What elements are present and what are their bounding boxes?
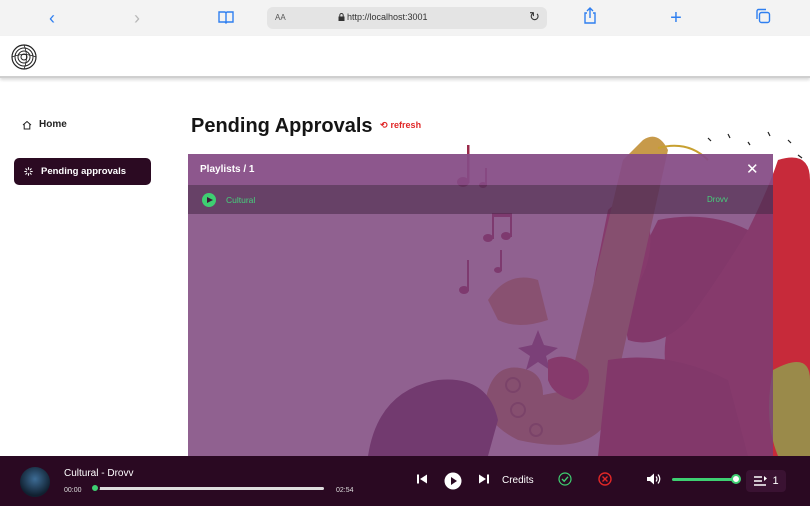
queue-button[interactable]: 1	[746, 470, 786, 492]
player-bar: Cultural - Drovv 00:00 02:54 Credits 1	[0, 456, 810, 506]
panel-title: Playlists / 1	[200, 164, 255, 175]
url-field[interactable]: AA http://localhost:3001 ↻	[267, 7, 547, 29]
volume-slider[interactable]	[672, 478, 736, 481]
play-icon[interactable]	[444, 472, 462, 495]
list-item[interactable]: Cultural Drovv	[188, 185, 773, 214]
volume-handle[interactable]	[731, 474, 741, 484]
url-text: http://localhost:3001	[347, 12, 428, 22]
text-size-button[interactable]: AA	[275, 13, 286, 22]
reject-icon[interactable]	[598, 472, 612, 491]
browser-toolbar: ‹ › AA http://localhost:3001 ↻ +	[0, 0, 810, 36]
next-icon[interactable]	[478, 472, 490, 490]
panel-header: Playlists / 1 ✕	[188, 154, 773, 185]
queue-count: 1	[772, 475, 779, 487]
time-current: 00:00	[64, 487, 82, 494]
home-icon	[22, 120, 32, 129]
sidebar-item-pending-approvals[interactable]: Pending approvals	[14, 158, 151, 185]
app-header	[0, 36, 810, 78]
book-icon[interactable]	[214, 6, 238, 30]
close-icon[interactable]: ✕	[746, 160, 759, 178]
seek-handle[interactable]	[90, 483, 100, 493]
playlist-name: Cultural	[226, 195, 256, 205]
share-icon[interactable]	[578, 6, 602, 30]
time-total: 02:54	[336, 487, 354, 494]
playlists-panel: Playlists / 1 ✕ Cultural Drovv	[188, 154, 773, 456]
chevron-right-icon[interactable]: ›	[125, 6, 149, 30]
track-title: Cultural - Drovv	[64, 468, 134, 479]
approve-icon[interactable]	[558, 472, 572, 491]
tabs-icon[interactable]	[751, 6, 775, 30]
queue-icon	[754, 476, 768, 486]
chevron-left-icon[interactable]: ‹	[40, 6, 64, 30]
logo-icon[interactable]	[11, 44, 37, 70]
play-icon[interactable]	[202, 193, 216, 207]
volume-icon[interactable]	[646, 472, 662, 491]
previous-icon[interactable]	[416, 472, 428, 490]
cover-art	[20, 467, 50, 497]
spinner-icon	[24, 167, 33, 176]
sidebar-item-label: Pending approvals	[41, 166, 126, 177]
lock-icon	[338, 13, 345, 21]
reload-icon[interactable]: ↻	[529, 9, 540, 25]
sidebar-item-home[interactable]: Home	[22, 119, 67, 130]
plus-icon[interactable]: +	[664, 6, 688, 30]
seek-bar[interactable]	[94, 487, 324, 490]
credits-button[interactable]: Credits	[502, 475, 534, 486]
playlist-artist: Drovv	[707, 195, 728, 204]
sidebar-item-label: Home	[39, 119, 67, 130]
